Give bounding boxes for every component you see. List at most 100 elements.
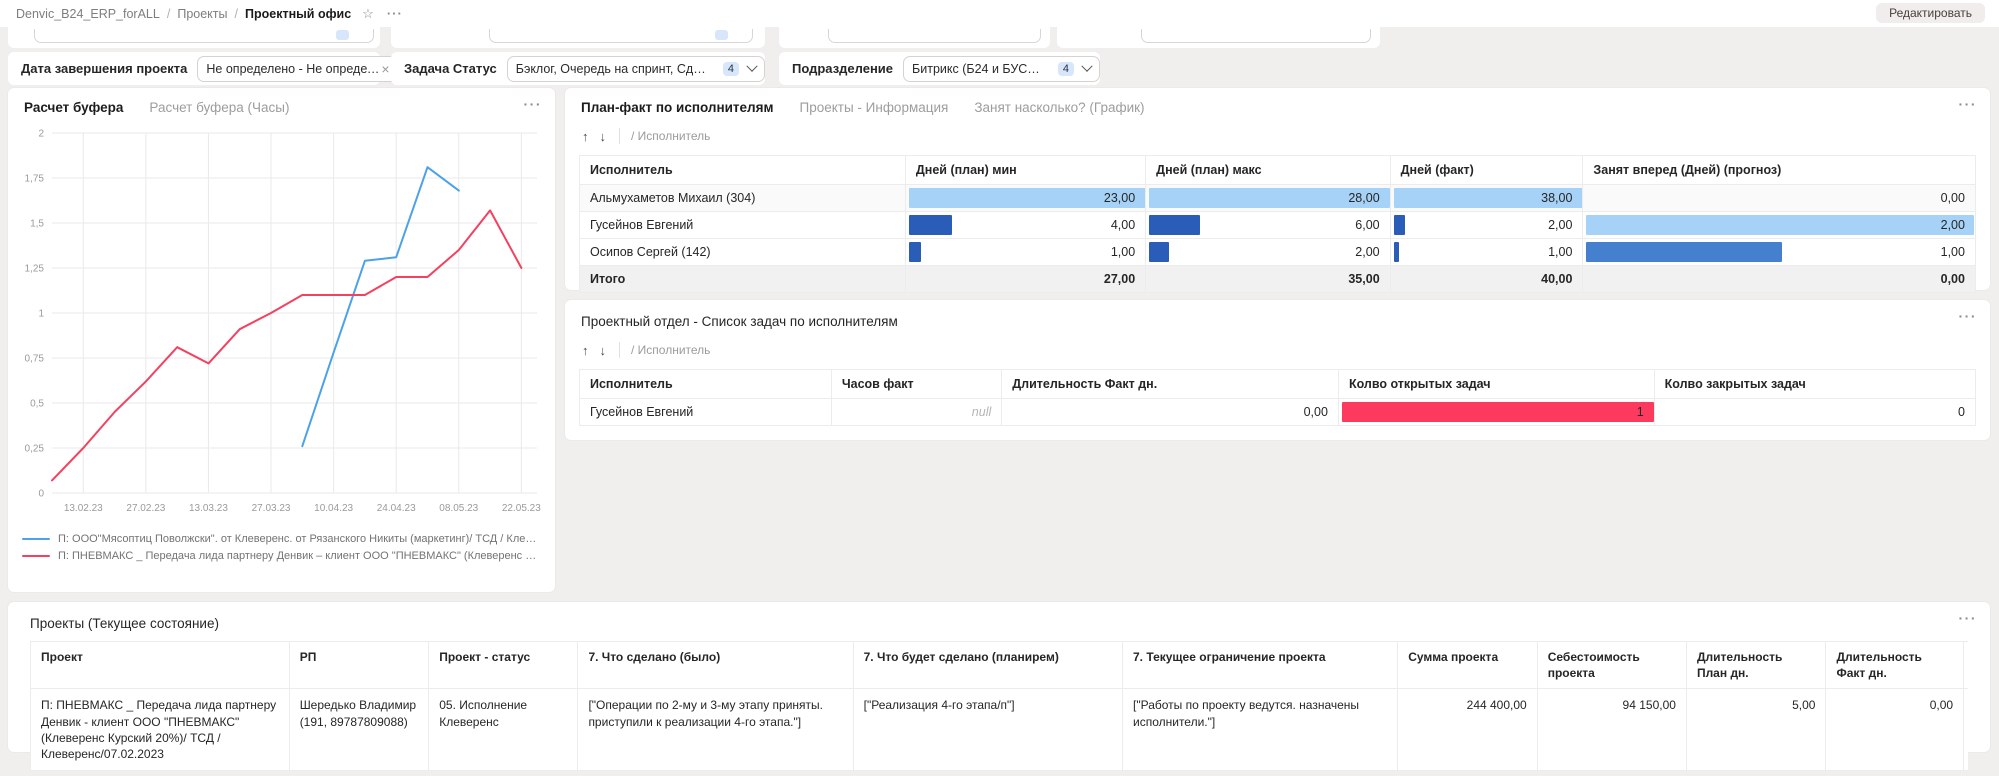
cell-value: Гусейнов Евгений	[590, 218, 693, 232]
column-header[interactable]: Сумма проекта	[1398, 642, 1538, 688]
filter-count-badge	[715, 30, 728, 40]
table-row[interactable]: Осипов Сергей (142)1,002,001,001,00	[579, 239, 1976, 266]
table-cell: 5,00	[1687, 689, 1827, 770]
svg-text:0,75: 0,75	[25, 354, 45, 365]
column-header[interactable]: РП	[290, 642, 430, 688]
more-menu-icon[interactable]: ···	[524, 96, 543, 112]
tab-buffer-calc[interactable]: Расчет буфера	[24, 100, 123, 115]
filter-label: Задача Статус	[404, 61, 497, 76]
cell-value: 1,00	[1548, 245, 1572, 259]
clear-filter-icon[interactable]: ×	[381, 61, 389, 77]
breadcrumb-item-root[interactable]: Denvic_B24_ERP_forALL	[16, 7, 160, 21]
truncated-filter-input[interactable]	[489, 29, 753, 43]
cell-value: ["Работы по проекту ведутся. назначены и…	[1133, 698, 1359, 728]
table-row[interactable]: Гусейнов Евгений4,006,002,002,00	[579, 212, 1976, 239]
column-header[interactable]: Длительность План дн.	[1687, 642, 1827, 688]
breadcrumb-item-projects[interactable]: Проекты	[177, 7, 227, 21]
svg-text:08.05.23: 08.05.23	[439, 503, 478, 514]
truncated-filter-input[interactable]	[828, 29, 1041, 43]
truncated-filter-input[interactable]	[1141, 29, 1371, 43]
table-row[interactable]: П: ПНЕВМАКС _ Передача лида партнеру Ден…	[30, 689, 1968, 771]
svg-text:1,75: 1,75	[25, 174, 45, 185]
tab-plan-fact[interactable]: План-факт по исполнителям	[581, 100, 774, 115]
sort-asc-button[interactable]: ↑	[582, 129, 589, 144]
date-filter-input[interactable]: Не определено - Не определено ×	[197, 56, 398, 82]
filter-card-date: Дата завершения проекта Не определено - …	[8, 52, 380, 85]
division-filter-select[interactable]: Битрикс (Б24 и БУС-внедр), П... 4	[903, 56, 1100, 82]
column-header[interactable]: Дней (факт)	[1391, 156, 1584, 184]
legend-item[interactable]: П: ПНЕВМАКС _ Передача лида партнеру Ден…	[22, 547, 537, 564]
column-header[interactable]: Проект	[30, 642, 290, 688]
table-cell: ["Операции по 2-му и 3-му этапу приняты.…	[578, 689, 853, 770]
more-menu-icon[interactable]: ···	[1959, 610, 1978, 626]
cell-value: 27,00	[1104, 272, 1135, 286]
buffer-chart-card: Расчет буфера Расчет буфера (Часы) ··· 0…	[8, 88, 555, 592]
table-cell: 0,00	[1002, 399, 1339, 425]
top-bar: Denvic_B24_ERP_forALL / Проекты / Проект…	[0, 0, 1999, 27]
breadcrumb-separator: /	[167, 7, 170, 21]
filter-card-status: Задача Статус Бэклог, Очередь на спринт,…	[391, 52, 765, 85]
table-cell: 1,00	[1391, 239, 1584, 265]
filter-label: Дата завершения проекта	[21, 61, 187, 76]
tab-busy-chart[interactable]: Занят насколько? (График)	[974, 100, 1144, 115]
sort-desc-button[interactable]: ↓	[600, 129, 607, 144]
table-cell: 1,00	[906, 239, 1146, 265]
value-bar	[909, 215, 952, 235]
cell-value: 1,00	[1111, 245, 1135, 259]
column-header[interactable]: Себестоимость проекта	[1538, 642, 1687, 688]
column-header[interactable]: Колво закрытых задач	[1655, 370, 1976, 398]
svg-text:24.04.23: 24.04.23	[377, 503, 416, 514]
breadcrumb-more-icon[interactable]: ···	[387, 6, 403, 21]
breadcrumb: Denvic_B24_ERP_forALL / Проекты / Проект…	[16, 0, 403, 27]
table-cell: 0,00	[1826, 689, 1964, 770]
table-cell: 1	[1339, 399, 1655, 425]
svg-text:1,5: 1,5	[30, 219, 44, 230]
cell-value: 6,00	[1355, 218, 1379, 232]
legend-label: П: ООО"Мясоптиц Поволжски". от Клеверенс…	[58, 533, 537, 545]
column-header[interactable]: Проект - статус	[429, 642, 578, 688]
divider	[619, 128, 620, 144]
cell-value: 1,00	[1941, 245, 1965, 259]
table-cell: 28,00	[1146, 185, 1390, 211]
column-header[interactable]: Часов факт	[832, 370, 1002, 398]
column-header[interactable]: Длительность Факт дн.	[1002, 370, 1339, 398]
legend-label: П: ПНЕВМАКС _ Передача лида партнеру Ден…	[58, 550, 537, 562]
column-header[interactable]: Колво открытых задач	[1339, 370, 1655, 398]
table-cell: Итого	[579, 266, 906, 292]
more-menu-icon[interactable]: ···	[1959, 96, 1978, 112]
column-header[interactable]: Дней (план) мин	[906, 156, 1146, 184]
cell-value: ["Операции по 2-му и 3-му этапу приняты.…	[588, 698, 823, 728]
column-header[interactable]: 7. Что будет сделано (планирем)	[854, 642, 1123, 688]
sort-desc-button[interactable]: ↓	[600, 343, 607, 358]
edit-button[interactable]: Редактировать	[1876, 3, 1985, 23]
column-header[interactable]: Дней (план) макс	[1146, 156, 1390, 184]
cell-value: 28,00	[1348, 191, 1379, 205]
column-header[interactable]: 7. Текущее ограничение проекта	[1123, 642, 1398, 688]
tasks-card: Проектный отдел - Список задач по исполн…	[565, 300, 1990, 440]
table-cell: 94 150,00	[1538, 689, 1687, 770]
tab-projects-info[interactable]: Проекты - Информация	[800, 100, 949, 115]
column-header[interactable]: Исполнитель	[579, 370, 832, 398]
table-row[interactable]: Альмухаметов Михаил (304)23,0028,0038,00…	[579, 185, 1976, 212]
truncated-filter-card	[1057, 27, 1380, 48]
table-cell: П: ПНЕВМАКС _ Передача лида партнеру Ден…	[30, 689, 290, 770]
cell-value: П: ПНЕВМАКС _ Передача лида партнеру Ден…	[41, 698, 276, 761]
sort-asc-button[interactable]: ↑	[582, 343, 589, 358]
table-cell: Гусейнов Евгений	[579, 399, 832, 425]
column-header[interactable]: Исполнитель	[579, 156, 906, 184]
column-header[interactable]: Занят вперед (Дней) (прогноз)	[1583, 156, 1976, 184]
column-header[interactable]: Длительность Факт дн.	[1826, 642, 1964, 688]
cell-value: null	[972, 405, 991, 419]
tab-buffer-calc-hours[interactable]: Расчет буфера (Часы)	[149, 100, 289, 115]
table-total-row[interactable]: Итого27,0035,0040,000,00	[579, 266, 1976, 293]
status-filter-select[interactable]: Бэклог, Очередь на спринт, Сдать заказчи…	[507, 56, 765, 82]
favorite-star-icon[interactable]: ☆	[362, 6, 374, 22]
legend-item[interactable]: П: ООО"Мясоптиц Поволжски". от Клеверенс…	[22, 530, 537, 547]
truncated-filter-input[interactable]	[34, 29, 374, 43]
more-menu-icon[interactable]: ···	[1959, 308, 1978, 324]
legend-swatch	[22, 555, 50, 557]
truncated-filter-card	[391, 27, 765, 48]
filter-value: Битрикс (Б24 и БУС-внедр), П...	[912, 62, 1042, 76]
column-header[interactable]: 7. Что сделано (было)	[578, 642, 853, 688]
table-row[interactable]: Гусейнов Евгенийnull0,0010	[579, 399, 1976, 426]
